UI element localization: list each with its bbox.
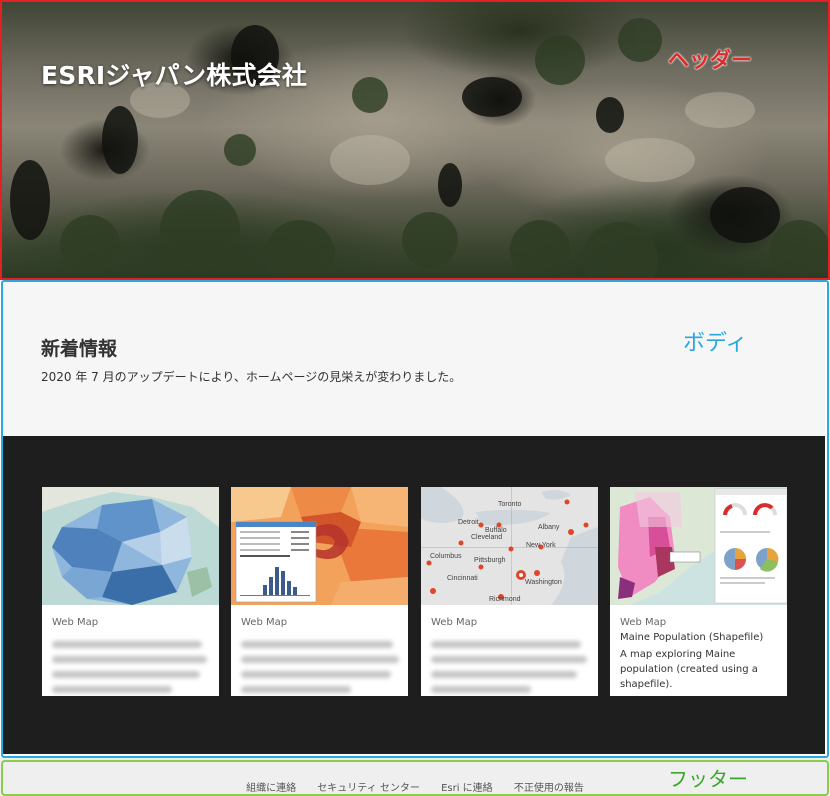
- header-annotation-frame: [0, 0, 830, 280]
- footer-link-contact-esri[interactable]: Esri に連絡: [441, 783, 493, 794]
- header-annotation-label: ヘッダー: [668, 48, 752, 72]
- footer-link-security-center[interactable]: セキュリティ センター: [317, 783, 420, 794]
- footer-link-contact-org[interactable]: 組織に連絡: [246, 783, 296, 794]
- body-annotation-label: ボディ: [683, 331, 748, 356]
- footer-link-report-abuse[interactable]: 不正使用の報告: [514, 783, 584, 794]
- footer-annotation-label: フッター: [668, 767, 748, 791]
